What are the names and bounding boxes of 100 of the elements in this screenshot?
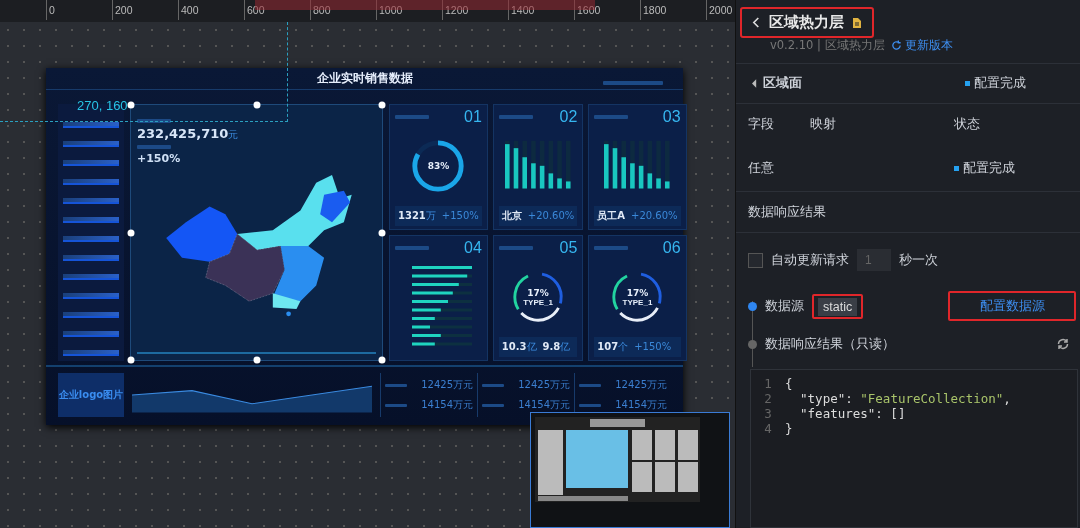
label-placeholder	[482, 403, 504, 407]
ranking-row	[63, 160, 119, 166]
total-value: 232,425,710元	[137, 126, 239, 142]
stat-value: 员工A	[597, 209, 626, 223]
step-label: 数据响应结果（只读）	[765, 335, 895, 353]
selection-handle[interactable]	[127, 101, 135, 109]
ruler-label: 200	[112, 0, 178, 20]
ruler-label: 400	[178, 0, 244, 20]
summary-value: 12425万元	[421, 378, 473, 392]
step-label: 数据源	[765, 297, 804, 315]
ruler-label: 600	[244, 0, 310, 20]
ranking-row	[63, 236, 119, 242]
selection-handle[interactable]	[378, 356, 386, 364]
ruler-label: 0	[46, 0, 112, 20]
map-panel[interactable]: 232,425,710元 +150%	[130, 104, 383, 361]
label-placeholder	[137, 119, 171, 123]
summary-value: 12425万元	[615, 378, 667, 392]
date-placeholder	[603, 81, 663, 85]
change-value: +150%	[137, 152, 181, 165]
selection-handle[interactable]	[378, 101, 386, 109]
logo-text: 企业logo图片	[58, 388, 124, 402]
title-placeholder	[594, 115, 629, 119]
summary-value: 12425万元	[518, 378, 570, 392]
card-number: 05	[559, 239, 578, 257]
title-placeholder	[594, 246, 629, 250]
dashboard-title: 企业实时销售数据	[316, 70, 413, 87]
code-line: "type": "FeatureCollection",	[799, 391, 1011, 406]
card-number: 04	[464, 239, 482, 257]
ranking-row	[63, 293, 119, 299]
ranking-row	[63, 312, 119, 318]
ruler-label: 1200	[442, 0, 508, 20]
code-line: {	[785, 376, 793, 391]
refresh-icon[interactable]	[1056, 337, 1070, 351]
table-cell-text: 任意	[748, 159, 775, 177]
summary-value: 14154万元	[518, 398, 570, 412]
label-placeholder	[137, 145, 171, 149]
ranking-row	[63, 255, 119, 261]
line-number: 4	[763, 421, 773, 436]
refresh-icon	[890, 40, 902, 51]
stat-value: +20.60%	[527, 210, 575, 221]
selection-handle[interactable]	[378, 229, 386, 236]
label-placeholder	[385, 403, 407, 407]
stat-value: 1321万	[398, 209, 436, 223]
ruler-label: 1000	[376, 0, 442, 20]
configure-datasource-button[interactable]: 配置数据源	[948, 291, 1076, 321]
stat-value: +20.60%	[631, 210, 678, 221]
column-header: 状态	[954, 116, 980, 133]
card-number: 01	[464, 108, 482, 126]
caret-icon	[752, 79, 757, 88]
line-number: 3	[763, 406, 773, 421]
title-placeholder	[395, 115, 429, 119]
column-header: 字段	[748, 116, 775, 133]
stat-value: +150%	[634, 341, 672, 352]
title-placeholder	[498, 246, 533, 250]
stat-value: 北京	[501, 209, 522, 223]
cursor-coordinates: 270, 160	[77, 98, 128, 113]
title-placeholder	[395, 246, 429, 250]
code-line: "features": []	[799, 406, 906, 421]
section-heading: 数据响应结果	[748, 203, 826, 221]
back-icon[interactable]	[752, 16, 761, 29]
interval-suffix: 秒一次	[899, 251, 938, 269]
ranking-row	[63, 331, 119, 337]
card-number: 03	[662, 108, 681, 126]
ruler-label: 800	[310, 0, 376, 20]
column-header: 映射	[810, 116, 837, 133]
ruler-label: 1400	[508, 0, 574, 20]
status-text: 配置完成	[965, 75, 1026, 92]
selection-handle[interactable]	[127, 229, 135, 236]
selection-handle[interactable]	[253, 101, 260, 109]
ruler-label: 1600	[574, 0, 640, 20]
title-placeholder	[498, 115, 533, 119]
label-placeholder	[482, 383, 504, 387]
selection-handle[interactable]	[253, 356, 260, 364]
ranking-row	[63, 122, 119, 128]
label-placeholder	[579, 403, 601, 407]
status-text: 配置完成	[954, 159, 1015, 177]
label-placeholder	[579, 383, 601, 387]
stat-value: +150%	[441, 210, 479, 221]
checkbox-label: 自动更新请求	[771, 251, 849, 269]
version-text: v0.2.10 | 区域热力层	[770, 38, 885, 53]
ruler-label: 1800	[640, 0, 706, 20]
source-tag: static	[818, 297, 858, 316]
line-number: 1	[763, 376, 773, 391]
section-toggle[interactable]: 区域面	[752, 75, 802, 92]
update-version-link[interactable]: 更新版本	[890, 38, 953, 53]
ranking-row	[63, 179, 119, 185]
ranking-row	[63, 141, 119, 147]
card-number: 02	[559, 108, 578, 126]
line-number: 2	[763, 391, 773, 406]
selection-handle[interactable]	[127, 356, 135, 364]
ranking-row	[63, 350, 119, 356]
summary-value: 14154万元	[615, 398, 667, 412]
stat-value: 10.3亿	[501, 340, 537, 354]
checkbox[interactable]	[748, 252, 763, 268]
panel-title: 区域热力层	[769, 13, 844, 32]
ranking-row	[63, 274, 119, 280]
document-icon[interactable]	[852, 16, 862, 29]
code-editor[interactable]: 1 { 2 "type": "FeatureCollection", 3 "features": [] 4 }	[750, 369, 1078, 528]
stat-value: 107个	[597, 340, 629, 354]
summary-value: 14154万元	[421, 398, 473, 412]
